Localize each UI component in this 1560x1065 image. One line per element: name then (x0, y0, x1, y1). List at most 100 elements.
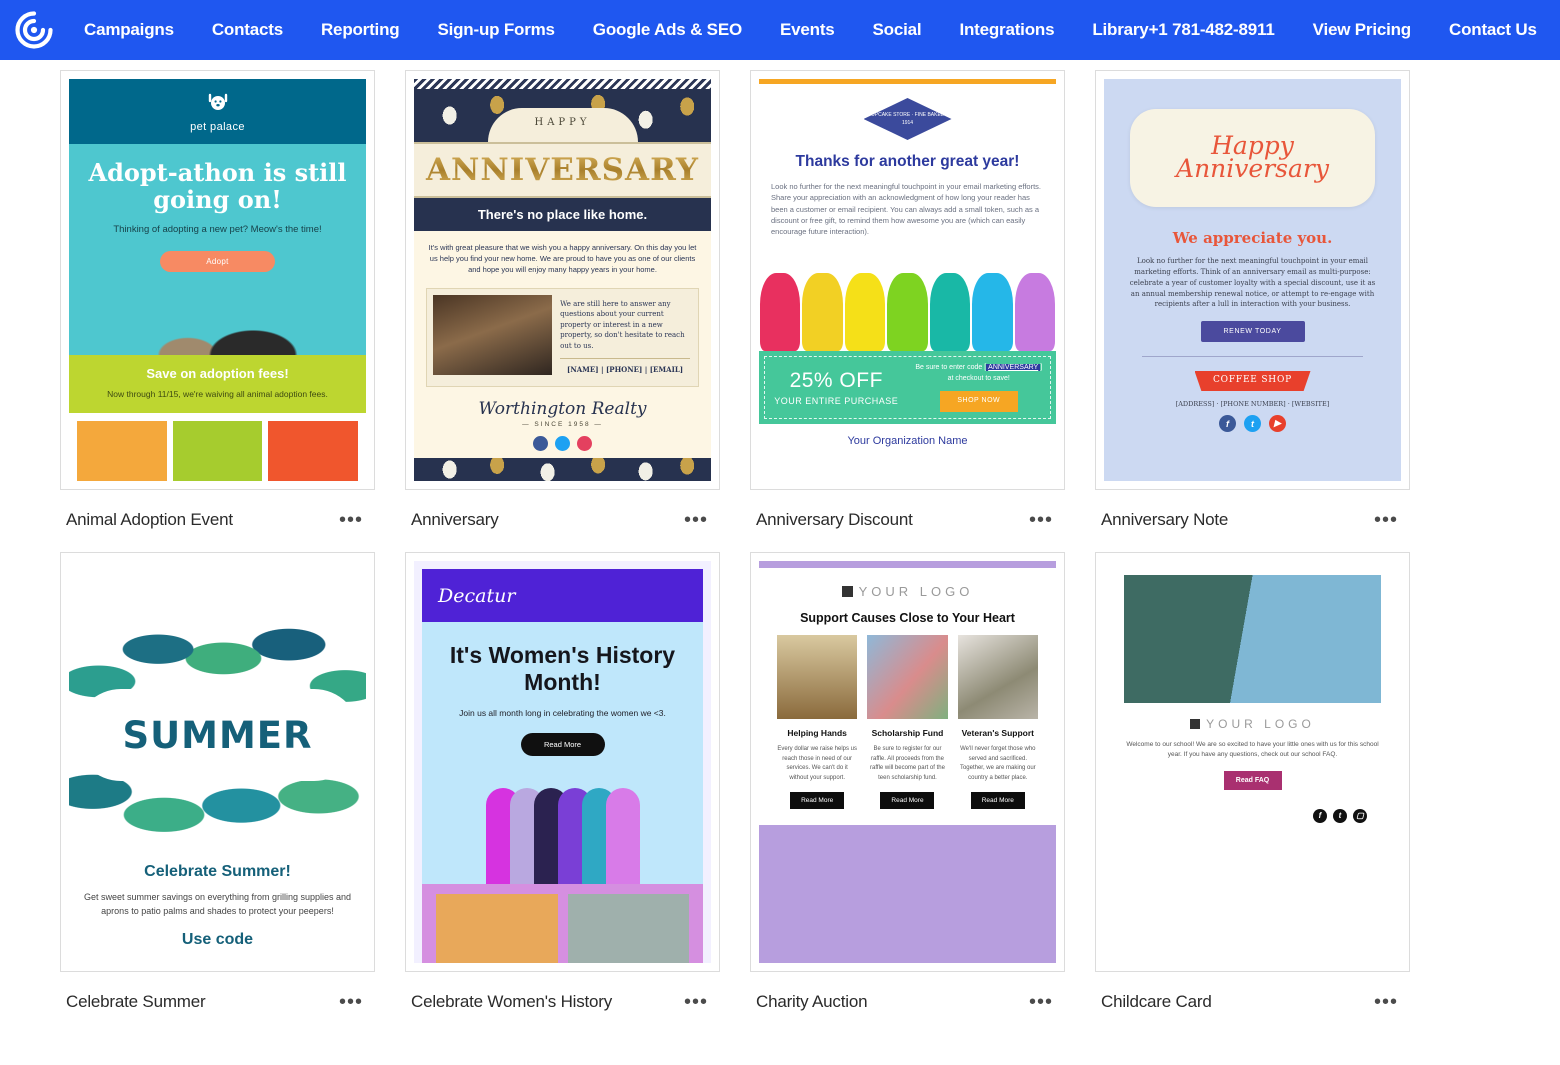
email-preview-celebrate-summer: f ● ▢ SUMMER Celebrate Summer! Get sweet… (69, 617, 366, 963)
shop-now-button[interactable]: SHOP NOW (940, 391, 1018, 412)
template-thumbnail[interactable]: pet palace Adopt-athon is still going on… (60, 70, 375, 490)
template-thumbnail[interactable]: HAPPY ANNIVERSARY There's no place like … (405, 70, 720, 490)
email-preview-anniversary: HAPPY ANNIVERSARY There's no place like … (414, 79, 711, 481)
nav-item-contacts[interactable]: Contacts (212, 20, 283, 40)
twitter-icon[interactable]: t (1333, 809, 1347, 823)
instagram-icon[interactable] (577, 436, 592, 451)
summer-wordmark: SUMMER (122, 714, 312, 757)
offer-percent: 25% OFF (790, 369, 883, 392)
template-thumbnail[interactable]: Decatur It's Women's History Month! Join… (405, 552, 720, 972)
read-faq-button[interactable]: Read FAQ (1224, 771, 1282, 790)
read-more-button[interactable]: Read More (790, 792, 844, 809)
nav-item-signup-forms[interactable]: Sign-up Forms (437, 20, 554, 40)
nav-contact-us[interactable]: Contact Us (1449, 20, 1537, 40)
read-more-button[interactable]: Read More (880, 792, 934, 809)
realty-signature: Worthington Realty (414, 399, 711, 419)
ornate-frame: Happy Anniversary (1130, 109, 1375, 207)
cupcake-store-badge: CUPCAKE STORE · FINE BAKED · 1914 (864, 98, 952, 140)
template-title: Anniversary Note (1101, 510, 1228, 530)
template-thumbnail[interactable]: f ● ▢ SUMMER Celebrate Summer! Get sweet… (60, 552, 375, 972)
nav-item-events[interactable]: Events (780, 20, 835, 40)
nav-item-reporting[interactable]: Reporting (321, 20, 399, 40)
offer-subtext: YOUR ENTIRE PURCHASE (769, 396, 904, 406)
nav-phone-number[interactable]: +1 781-482-8911 (1149, 20, 1275, 40)
use-code-text: Use code (69, 931, 366, 949)
script-line-2: Anniversary (1136, 156, 1369, 181)
promo-code-suffix: at checkout to save! (948, 375, 1010, 382)
agent-contact-line: [NAME] | [PHONE] | [EMAIL] (560, 358, 690, 376)
photo-strip (422, 884, 703, 963)
logo-mark-icon (842, 586, 853, 597)
template-options-menu-icon[interactable]: ••• (1023, 511, 1059, 529)
woman-photo-2 (568, 894, 690, 963)
template-row-2: f ● ▢ SUMMER Celebrate Summer! Get sweet… (60, 552, 1500, 1012)
nav-view-pricing[interactable]: View Pricing (1313, 20, 1411, 40)
email-preview-childcare-card: YOUR LOGO Welcome to our school! We are … (1104, 561, 1401, 963)
template-title: Childcare Card (1101, 992, 1212, 1012)
read-more-button[interactable]: Read More (971, 792, 1025, 809)
template-options-menu-icon[interactable]: ••• (678, 993, 714, 1011)
facebook-icon[interactable]: f (1219, 415, 1236, 432)
template-options-menu-icon[interactable]: ••• (333, 511, 369, 529)
agent-photo (433, 295, 552, 375)
youtube-icon[interactable]: ▶ (1269, 415, 1286, 432)
agent-panel-text: We are still here to answer any question… (558, 295, 692, 380)
template-title: Animal Adoption Event (66, 510, 233, 530)
template-options-menu-icon[interactable]: ••• (333, 993, 369, 1011)
twitter-icon[interactable] (555, 436, 570, 451)
template-thumbnail[interactable]: YOUR LOGO Support Causes Close to Your H… (750, 552, 1065, 972)
cause-column-helping-hands: Helping Hands Every dollar we raise help… (777, 635, 857, 809)
template-options-menu-icon[interactable]: ••• (1023, 993, 1059, 1011)
divider (1142, 356, 1363, 357)
template-options-menu-icon[interactable]: ••• (1368, 993, 1404, 1011)
twitter-icon[interactable]: t (1244, 415, 1261, 432)
nav-item-integrations[interactable]: Integrations (959, 20, 1054, 40)
painting-photo (867, 635, 947, 719)
cause-column-scholarship-fund: Scholarship Fund Be sure to register for… (867, 635, 947, 809)
template-card-celebrate-womens-history: Decatur It's Women's History Month! Join… (405, 552, 720, 1012)
email-preview-charity-auction: YOUR LOGO Support Causes Close to Your H… (759, 561, 1056, 963)
facebook-icon[interactable]: f (1313, 809, 1327, 823)
renew-today-button[interactable]: RENEW TODAY (1201, 321, 1305, 342)
coupon-block: 25% OFF YOUR ENTIRE PURCHASE Be sure to … (759, 351, 1056, 424)
read-more-button[interactable]: Read More (521, 733, 605, 756)
summer-body-copy: Get sweet summer savings on everything f… (69, 881, 366, 919)
template-row-1: pet palace Adopt-athon is still going on… (60, 70, 1500, 530)
primary-nav-links: Campaigns Contacts Reporting Sign-up For… (84, 20, 1149, 40)
charity-headline: Support Causes Close to Your Heart (759, 611, 1056, 625)
cause-columns: Helping Hands Every dollar we raise help… (759, 625, 1056, 809)
balloon-pattern-footer (414, 458, 711, 481)
pet-photo-dog-1 (77, 421, 167, 481)
template-card-anniversary-discount: CUPCAKE STORE · FINE BAKED · 1914 Thanks… (750, 70, 1065, 530)
top-navigation-bar: Campaigns Contacts Reporting Sign-up For… (0, 0, 1560, 60)
hero-subhead: Join us all month long in celebrating th… (436, 707, 689, 719)
happy-eyebrow: HAPPY (488, 108, 638, 142)
banner-copy: Now through 11/15, we're waiving all ani… (85, 389, 350, 400)
nav-item-google-ads-seo[interactable]: Google Ads & SEO (593, 20, 742, 40)
nav-item-library[interactable]: Library (1092, 20, 1148, 40)
card-caption: Childcare Card ••• (1095, 972, 1410, 1012)
cause-title: Scholarship Fund (867, 728, 947, 738)
template-title: Celebrate Women's History (411, 992, 612, 1012)
template-options-menu-icon[interactable]: ••• (678, 511, 714, 529)
instagram-icon[interactable]: ▢ (1353, 809, 1367, 823)
constant-contact-logo-icon[interactable] (14, 10, 54, 50)
balloon-pattern-banner: HAPPY (414, 89, 711, 143)
purple-fill-area (759, 825, 1056, 963)
template-thumbnail[interactable]: Happy Anniversary We appreciate you. Loo… (1095, 70, 1410, 490)
logo-text: YOUR LOGO (859, 584, 974, 599)
nav-item-campaigns[interactable]: Campaigns (84, 20, 174, 40)
hero-subhead: Thinking of adopting a new pet? Meow's t… (83, 224, 352, 237)
template-thumbnail[interactable]: CUPCAKE STORE · FINE BAKED · 1914 Thanks… (750, 70, 1065, 490)
script-headline: Happy Anniversary (1136, 133, 1369, 181)
veteran-photo (958, 635, 1038, 719)
template-thumbnail[interactable]: YOUR LOGO Welcome to our school! We are … (1095, 552, 1410, 972)
agent-copy: We are still here to answer any question… (560, 300, 685, 350)
orange-top-bar (759, 79, 1056, 84)
nav-item-social[interactable]: Social (873, 20, 922, 40)
decatur-brand: Decatur (438, 585, 515, 607)
facebook-icon[interactable] (533, 436, 548, 451)
tropical-leaves-image: SUMMER (69, 617, 366, 847)
template-options-menu-icon[interactable]: ••• (1368, 511, 1404, 529)
pet-palace-hero: Adopt-athon is still going on! Thinking … (69, 144, 366, 355)
